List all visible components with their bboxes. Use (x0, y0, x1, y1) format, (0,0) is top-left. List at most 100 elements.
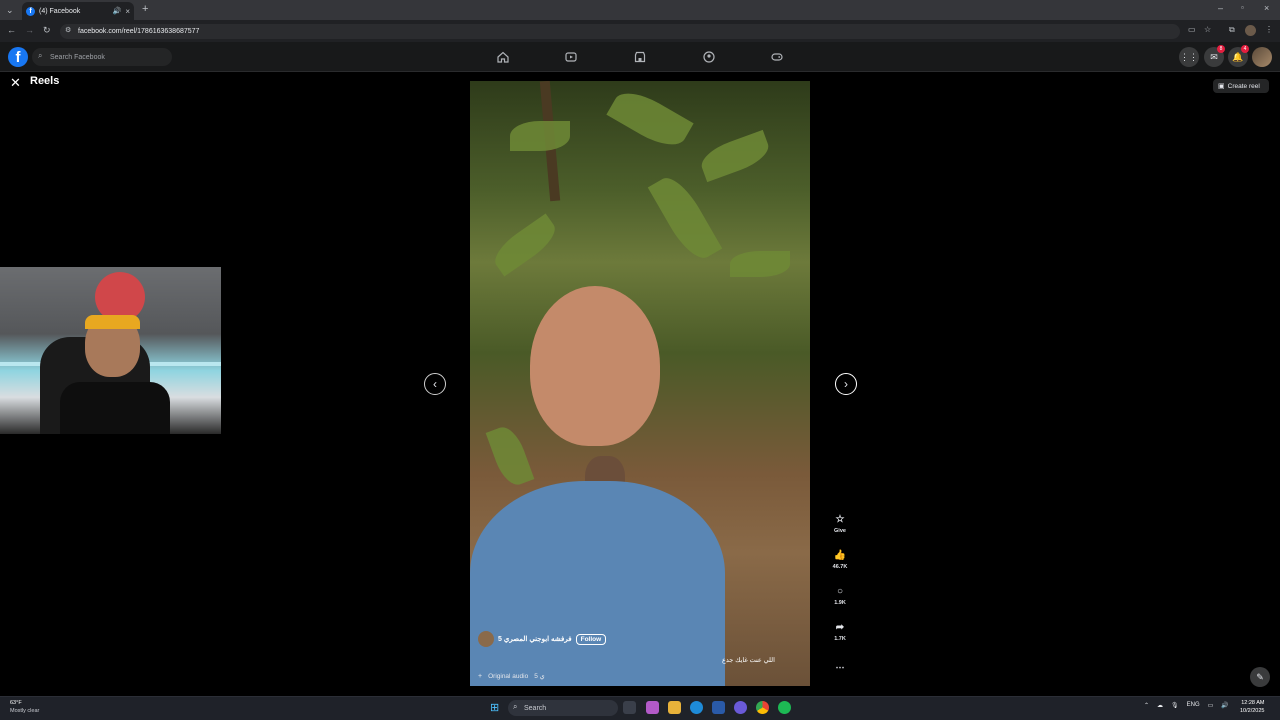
windows-start-icon[interactable]: ⊞ (490, 701, 499, 714)
taskbar-search-icon: ⌕ (513, 702, 518, 711)
taskbar-clock[interactable]: 12:28 AM 10/2/2025 (1240, 699, 1264, 715)
copilot-icon[interactable] (646, 701, 659, 714)
like-count: 46.7K (832, 564, 848, 570)
notifications-badge: 4 (1241, 45, 1249, 53)
browser-tab[interactable]: f (4) Facebook 🔊 × (22, 2, 134, 20)
grid-icon: ⋮⋮ (1180, 51, 1198, 62)
give-button[interactable]: ☆ Give (829, 514, 851, 534)
like-button[interactable]: 👍 46.7K (829, 550, 851, 570)
tab-search-icon[interactable]: ⌄ (6, 5, 14, 16)
browser-tab-strip (0, 0, 1280, 20)
weather-status: Mostly clear (10, 708, 40, 714)
audio-row[interactable]: + Original audio 5 ي (478, 672, 545, 681)
browser-menu-icon[interactable]: ⋮ (1265, 25, 1273, 34)
file-explorer-icon[interactable] (668, 701, 681, 714)
reload-icon[interactable]: ↻ (43, 25, 51, 36)
volume-tray-icon[interactable]: 🔊 (1221, 702, 1228, 709)
network-tray-icon[interactable]: ☁ (1157, 702, 1163, 709)
messenger-badge: 8 (1217, 45, 1225, 53)
comment-count: 1.9K (834, 600, 846, 606)
search-placeholder: Search Facebook (50, 53, 105, 61)
clock-date: 10/2/2025 (1240, 708, 1265, 714)
tray-chevron-icon[interactable]: ⌃ (1144, 702, 1149, 709)
create-reel-label: Create reel (1227, 82, 1260, 90)
search-icon: ⌕ (38, 51, 43, 60)
chevron-left-icon: ‹ (433, 377, 437, 391)
chrome-icon[interactable] (756, 701, 769, 714)
edit-icon: ✎ (1256, 671, 1264, 682)
bell-icon: 🔔 (1232, 51, 1244, 62)
close-reels-icon[interactable]: ✕ (10, 75, 21, 91)
site-info-icon[interactable]: ⚙ (65, 26, 71, 34)
reel-author-row: 5 فرفشه ابوجني المصري Follow (478, 631, 607, 647)
reel-caption: اللي عنت غايك جدع (722, 657, 775, 664)
taskbar-search[interactable]: ⌕ Search (508, 700, 618, 716)
gaming-icon[interactable] (771, 51, 783, 63)
temperature: 63°F (10, 700, 22, 706)
facebook-search-input[interactable]: ⌕ Search Facebook (32, 48, 172, 66)
wifi-tray-icon[interactable]: ▭ (1208, 702, 1214, 709)
share-icon: ➦ (835, 622, 845, 633)
address-bar[interactable]: ⚙ facebook.com/reel/1786163638687577 (60, 24, 1180, 39)
compose-button[interactable]: ✎ (1250, 667, 1270, 687)
follow-button[interactable]: Follow (575, 633, 607, 645)
extensions-icon[interactable]: ⧉ (1229, 25, 1235, 35)
windows-taskbar (0, 696, 1280, 720)
taskbar-search-label: Search (524, 704, 547, 712)
give-star-icon: ☆ (835, 514, 845, 525)
tab-title: (4) Facebook (39, 7, 81, 15)
minimize-icon[interactable]: – (1218, 3, 1223, 13)
author-avatar[interactable] (478, 631, 494, 647)
new-tab-icon[interactable]: + (142, 3, 148, 15)
audio-icon: + (478, 672, 483, 680)
messenger-app-icon[interactable] (734, 701, 747, 714)
menu-grid-button[interactable]: ⋮⋮ (1179, 47, 1199, 67)
chevron-right-icon: › (844, 377, 848, 391)
close-tab-icon[interactable]: × (125, 7, 130, 16)
mic-tray-icon[interactable]: 🎙 (1171, 702, 1179, 709)
close-window-icon[interactable]: × (1264, 3, 1269, 13)
give-label: Give (834, 528, 846, 534)
webcam-overlay (0, 267, 221, 434)
like-icon: 👍 (833, 550, 847, 561)
streamer-shirt (60, 382, 170, 434)
comment-icon: ○ (836, 586, 844, 597)
app-icon[interactable] (778, 701, 791, 714)
weather-widget[interactable]: 63°F Mostly clear (10, 699, 39, 715)
edge-icon[interactable] (690, 701, 703, 714)
url-text: facebook.com/reel/1786163638687577 (78, 28, 200, 35)
previous-reel-button[interactable]: ‹ (424, 373, 446, 395)
author-name[interactable]: 5 فرفشه ابوجني المصري (498, 635, 572, 643)
language-indicator[interactable]: ENG (1187, 702, 1200, 709)
maximize-icon[interactable]: ▫ (1241, 3, 1244, 12)
audio-label: Original audio (488, 672, 529, 680)
profile-avatar[interactable] (1245, 25, 1256, 36)
next-reel-button[interactable]: › (835, 373, 857, 395)
messenger-icon: ✉ (1210, 51, 1218, 62)
headband (85, 315, 140, 329)
comment-button[interactable]: ○ 1.9K (829, 586, 851, 606)
system-tray: ⌃ ☁ 🎙 ENG ▭ 🔊 (1144, 702, 1229, 709)
speaker-icon[interactable]: 🔊 (113, 7, 122, 15)
store-icon[interactable] (712, 701, 725, 714)
back-icon[interactable]: ← (7, 25, 16, 35)
account-avatar[interactable] (1252, 47, 1272, 67)
share-count: 1.7K (834, 636, 846, 642)
cast-icon[interactable]: ▭ (1188, 25, 1196, 34)
facebook-logo[interactable]: f (8, 47, 28, 67)
reel-icon: ▣ (1218, 83, 1225, 90)
task-view-icon[interactable] (623, 701, 636, 714)
reel-video[interactable] (470, 81, 810, 686)
more-options-icon[interactable]: ⋯ (829, 662, 851, 673)
groups-icon[interactable] (703, 51, 715, 63)
bookmark-star-icon[interactable]: ☆ (1204, 25, 1211, 34)
page-title: Reels (30, 75, 60, 87)
forward-icon[interactable]: → (25, 25, 34, 35)
audio-extra: 5 ي (534, 673, 545, 680)
clock-time: 12:28 AM (1241, 700, 1265, 706)
create-reel-button[interactable]: ▣ Create reel (1213, 79, 1269, 93)
share-button[interactable]: ➦ 1.7K (829, 622, 851, 642)
video-icon[interactable] (565, 51, 577, 63)
marketplace-icon[interactable] (634, 51, 646, 63)
home-icon[interactable] (497, 51, 509, 63)
